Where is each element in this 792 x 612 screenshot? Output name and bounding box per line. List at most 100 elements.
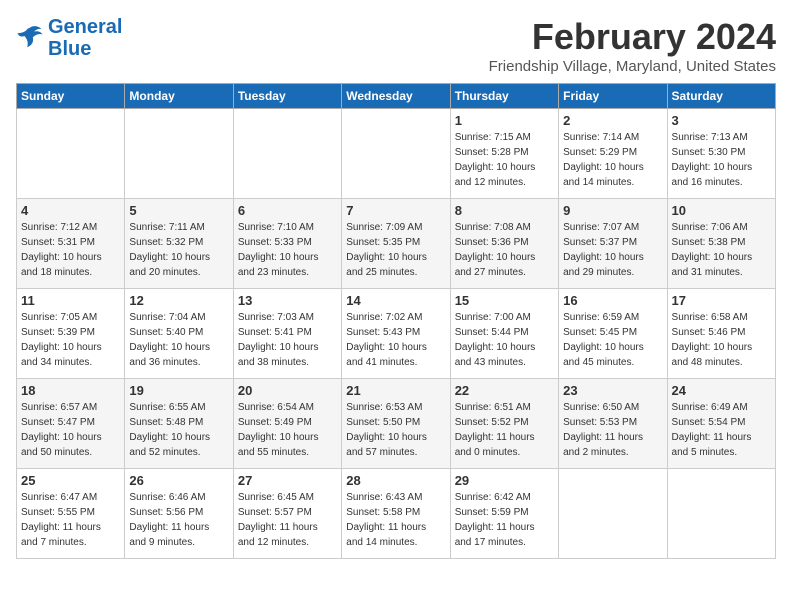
day-info: Sunrise: 7:06 AM Sunset: 5:38 PM Dayligh… <box>672 220 771 280</box>
calendar-cell: 6 Sunrise: 7:10 AM Sunset: 5:33 PM Daylig… <box>233 199 341 289</box>
day-info: Sunrise: 6:45 AM Sunset: 5:57 PM Dayligh… <box>238 490 337 550</box>
calendar-cell: 18 Sunrise: 6:57 AM Sunset: 5:47 PM Dayli… <box>17 379 125 469</box>
calendar-cell: 3Sunrise: 7:13 AM Sunset: 5:30 PM Daylig… <box>667 109 775 199</box>
day-number: 29 <box>455 473 554 488</box>
day-number: 27 <box>238 473 337 488</box>
logo: General Blue <box>16 16 122 60</box>
calendar-week-row: 4 Sunrise: 7:12 AM Sunset: 5:31 PM Daylig… <box>17 199 776 289</box>
day-number: 2 <box>563 113 662 128</box>
day-info: Sunrise: 6:49 AM Sunset: 5:54 PM Dayligh… <box>672 400 771 460</box>
calendar-cell: 22 Sunrise: 6:51 AM Sunset: 5:52 PM Dayli… <box>450 379 558 469</box>
calendar-cell <box>342 109 450 199</box>
day-number: 4 <box>21 203 120 218</box>
calendar-week-row: 1Sunrise: 7:15 AM Sunset: 5:28 PM Daylig… <box>17 109 776 199</box>
calendar-cell: 4 Sunrise: 7:12 AM Sunset: 5:31 PM Daylig… <box>17 199 125 289</box>
day-number: 24 <box>672 383 771 398</box>
day-number: 1 <box>455 113 554 128</box>
day-info: Sunrise: 6:53 AM Sunset: 5:50 PM Dayligh… <box>346 400 445 460</box>
day-number: 22 <box>455 383 554 398</box>
calendar-cell: 24 Sunrise: 6:49 AM Sunset: 5:54 PM Dayli… <box>667 379 775 469</box>
day-number: 25 <box>21 473 120 488</box>
day-info: Sunrise: 6:50 AM Sunset: 5:53 PM Dayligh… <box>563 400 662 460</box>
calendar-cell: 7 Sunrise: 7:09 AM Sunset: 5:35 PM Daylig… <box>342 199 450 289</box>
day-number: 5 <box>129 203 228 218</box>
calendar-cell: 10 Sunrise: 7:06 AM Sunset: 5:38 PM Dayli… <box>667 199 775 289</box>
calendar-cell: 13Sunrise: 7:03 AM Sunset: 5:41 PM Dayli… <box>233 289 341 379</box>
day-info: Sunrise: 6:43 AM Sunset: 5:58 PM Dayligh… <box>346 490 445 550</box>
day-number: 9 <box>563 203 662 218</box>
calendar-cell: 11 Sunrise: 7:05 AM Sunset: 5:39 PM Dayli… <box>17 289 125 379</box>
day-info: Sunrise: 7:10 AM Sunset: 5:33 PM Dayligh… <box>238 220 337 280</box>
day-number: 10 <box>672 203 771 218</box>
day-info: Sunrise: 7:13 AM Sunset: 5:30 PM Dayligh… <box>672 130 771 190</box>
day-info: Sunrise: 6:51 AM Sunset: 5:52 PM Dayligh… <box>455 400 554 460</box>
calendar-cell: 14Sunrise: 7:02 AM Sunset: 5:43 PM Dayli… <box>342 289 450 379</box>
calendar-cell: 26 Sunrise: 6:46 AM Sunset: 5:56 PM Dayli… <box>125 469 233 559</box>
day-info: Sunrise: 6:46 AM Sunset: 5:56 PM Dayligh… <box>129 490 228 550</box>
day-info: Sunrise: 7:12 AM Sunset: 5:31 PM Dayligh… <box>21 220 120 280</box>
day-number: 8 <box>455 203 554 218</box>
calendar-title: February 2024 <box>489 16 776 58</box>
calendar-cell: 5 Sunrise: 7:11 AM Sunset: 5:32 PM Daylig… <box>125 199 233 289</box>
day-info: Sunrise: 7:00 AM Sunset: 5:44 PM Dayligh… <box>455 310 554 370</box>
day-number: 7 <box>346 203 445 218</box>
day-number: 15 <box>455 293 554 308</box>
day-number: 16 <box>563 293 662 308</box>
day-info: Sunrise: 6:55 AM Sunset: 5:48 PM Dayligh… <box>129 400 228 460</box>
day-info: Sunrise: 7:11 AM Sunset: 5:32 PM Dayligh… <box>129 220 228 280</box>
calendar-header-row: SundayMondayTuesdayWednesdayThursdayFrid… <box>17 84 776 109</box>
day-info: Sunrise: 7:08 AM Sunset: 5:36 PM Dayligh… <box>455 220 554 280</box>
calendar-cell <box>17 109 125 199</box>
calendar-cell: 9 Sunrise: 7:07 AM Sunset: 5:37 PM Daylig… <box>559 199 667 289</box>
day-number: 23 <box>563 383 662 398</box>
day-number: 20 <box>238 383 337 398</box>
calendar-cell <box>233 109 341 199</box>
calendar-cell: 20 Sunrise: 6:54 AM Sunset: 5:49 PM Dayli… <box>233 379 341 469</box>
day-number: 18 <box>21 383 120 398</box>
day-of-week-header: Saturday <box>667 84 775 109</box>
logo-text-general: General <box>48 16 122 38</box>
day-info: Sunrise: 6:54 AM Sunset: 5:49 PM Dayligh… <box>238 400 337 460</box>
calendar-week-row: 18 Sunrise: 6:57 AM Sunset: 5:47 PM Dayli… <box>17 379 776 469</box>
calendar-cell: 16Sunrise: 6:59 AM Sunset: 5:45 PM Dayli… <box>559 289 667 379</box>
calendar-cell: 1Sunrise: 7:15 AM Sunset: 5:28 PM Daylig… <box>450 109 558 199</box>
day-number: 28 <box>346 473 445 488</box>
day-number: 14 <box>346 293 445 308</box>
calendar-subtitle: Friendship Village, Maryland, United Sta… <box>489 58 776 75</box>
day-info: Sunrise: 7:07 AM Sunset: 5:37 PM Dayligh… <box>563 220 662 280</box>
calendar-cell: 2 Sunrise: 7:14 AM Sunset: 5:29 PM Daylig… <box>559 109 667 199</box>
calendar-cell: 17Sunrise: 6:58 AM Sunset: 5:46 PM Dayli… <box>667 289 775 379</box>
day-info: Sunrise: 7:03 AM Sunset: 5:41 PM Dayligh… <box>238 310 337 370</box>
calendar-cell: 21 Sunrise: 6:53 AM Sunset: 5:50 PM Dayli… <box>342 379 450 469</box>
day-number: 17 <box>672 293 771 308</box>
day-info: Sunrise: 7:05 AM Sunset: 5:39 PM Dayligh… <box>21 310 120 370</box>
calendar-cell: 15 Sunrise: 7:00 AM Sunset: 5:44 PM Dayli… <box>450 289 558 379</box>
calendar-cell: 28 Sunrise: 6:43 AM Sunset: 5:58 PM Dayli… <box>342 469 450 559</box>
day-number: 21 <box>346 383 445 398</box>
day-number: 26 <box>129 473 228 488</box>
calendar-table: SundayMondayTuesdayWednesdayThursdayFrid… <box>16 83 776 559</box>
day-of-week-header: Tuesday <box>233 84 341 109</box>
calendar-cell <box>559 469 667 559</box>
day-of-week-header: Monday <box>125 84 233 109</box>
day-of-week-header: Friday <box>559 84 667 109</box>
calendar-week-row: 25Sunrise: 6:47 AM Sunset: 5:55 PM Dayli… <box>17 469 776 559</box>
title-block: February 2024 Friendship Village, Maryla… <box>489 16 776 75</box>
day-number: 6 <box>238 203 337 218</box>
calendar-cell: 23 Sunrise: 6:50 AM Sunset: 5:53 PM Dayli… <box>559 379 667 469</box>
calendar-cell: 12Sunrise: 7:04 AM Sunset: 5:40 PM Dayli… <box>125 289 233 379</box>
day-of-week-header: Wednesday <box>342 84 450 109</box>
logo-text-blue: Blue <box>48 38 122 60</box>
day-info: Sunrise: 6:57 AM Sunset: 5:47 PM Dayligh… <box>21 400 120 460</box>
calendar-cell <box>667 469 775 559</box>
day-info: Sunrise: 7:09 AM Sunset: 5:35 PM Dayligh… <box>346 220 445 280</box>
day-of-week-header: Thursday <box>450 84 558 109</box>
calendar-cell: 19Sunrise: 6:55 AM Sunset: 5:48 PM Dayli… <box>125 379 233 469</box>
day-info: Sunrise: 7:14 AM Sunset: 5:29 PM Dayligh… <box>563 130 662 190</box>
calendar-cell: 25Sunrise: 6:47 AM Sunset: 5:55 PM Dayli… <box>17 469 125 559</box>
page-header: General Blue February 2024 Friendship Vi… <box>16 16 776 75</box>
day-number: 12 <box>129 293 228 308</box>
logo-bird-icon <box>16 22 44 50</box>
day-number: 11 <box>21 293 120 308</box>
calendar-week-row: 11 Sunrise: 7:05 AM Sunset: 5:39 PM Dayli… <box>17 289 776 379</box>
